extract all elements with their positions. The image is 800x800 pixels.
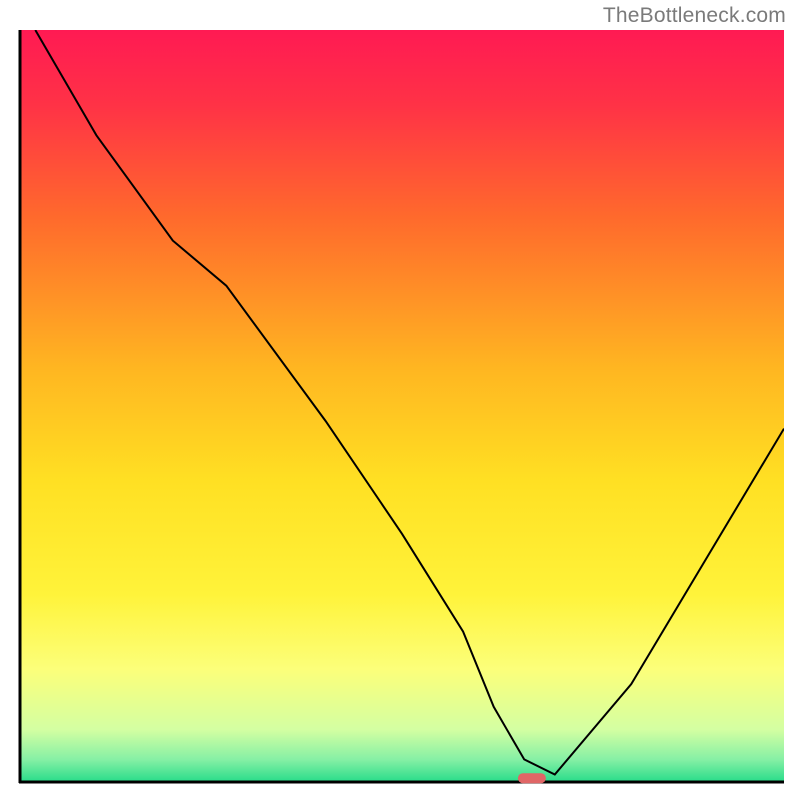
chart-frame: TheBottleneck.com — [0, 0, 800, 800]
bottleneck-chart — [18, 30, 784, 784]
optimal-point-marker — [518, 773, 546, 783]
watermark-text: TheBottleneck.com — [603, 4, 786, 28]
plot-background — [20, 30, 784, 782]
